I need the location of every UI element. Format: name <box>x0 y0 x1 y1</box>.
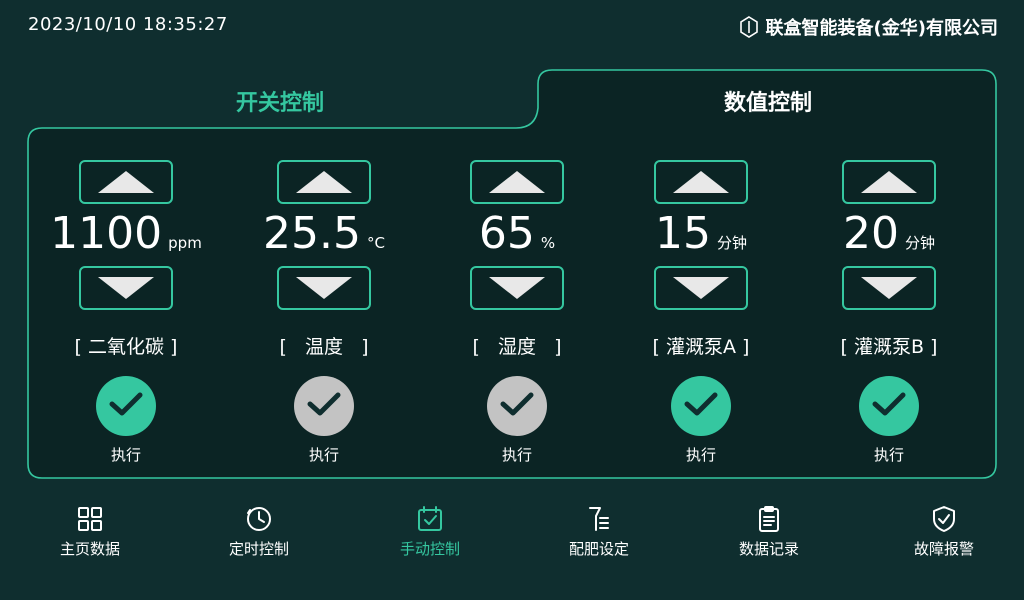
increase-button[interactable] <box>277 160 371 204</box>
nav-label: 数据记录 <box>738 540 799 558</box>
tab-numeric-control[interactable]: 数值控制 <box>540 80 996 122</box>
value-number: 1100 <box>50 208 163 259</box>
arrow-down-icon <box>489 277 545 299</box>
execute-label: 执行 <box>501 446 532 464</box>
decrease-button[interactable] <box>842 266 936 310</box>
value-display: 65% <box>427 208 607 266</box>
increase-button[interactable] <box>470 160 564 204</box>
value-display: 1100 ppm <box>36 208 216 266</box>
increase-button[interactable] <box>79 160 173 204</box>
arrow-down-icon <box>861 277 917 299</box>
control-label: [ 二氧化碳 ] <box>74 336 178 358</box>
value-display: 25.5 °C <box>234 208 414 266</box>
nav-label: 配肥设定 <box>568 540 629 558</box>
value-number: 25.5 <box>263 208 361 259</box>
nav-label: 故障报警 <box>913 540 974 558</box>
value-display: 15 分钟 <box>611 208 791 266</box>
bottom-nav: 主页数据 定时控制 手动控制 配肥设定 数据记录 故障报警 <box>0 500 1024 570</box>
execute-button[interactable] <box>671 376 731 436</box>
tab-switch-control[interactable]: 开关控制 <box>30 80 530 122</box>
nav-item[interactable]: 数据记录 <box>709 500 829 566</box>
decrease-button[interactable] <box>79 266 173 310</box>
decrease-button[interactable] <box>654 266 748 310</box>
arrow-up-icon <box>861 171 917 193</box>
value-unit: °C <box>366 234 385 252</box>
arrow-up-icon <box>296 171 352 193</box>
calendar-check-icon <box>418 506 442 531</box>
increase-button[interactable] <box>654 160 748 204</box>
clock-icon <box>247 507 271 531</box>
control-label: [ 灌溉泵B ] <box>840 336 938 358</box>
value-number: 15 <box>654 208 711 259</box>
execute-button[interactable] <box>487 376 547 436</box>
check-icon <box>500 391 534 421</box>
arrow-down-icon <box>673 277 729 299</box>
clipboard-icon <box>759 506 779 532</box>
execute-button[interactable] <box>294 376 354 436</box>
value-unit: ppm <box>168 234 202 252</box>
grid-icon <box>78 507 102 531</box>
execute-label: 执行 <box>873 446 904 464</box>
nav-item[interactable]: 手动控制 <box>370 500 490 566</box>
arrow-up-icon <box>98 171 154 193</box>
check-icon <box>872 391 906 421</box>
fertilizer-icon <box>589 507 609 531</box>
control-label: [ 灌溉泵A ] <box>652 336 750 358</box>
decrease-button[interactable] <box>277 266 371 310</box>
nav-item[interactable]: 故障报警 <box>884 500 1004 566</box>
arrow-up-icon <box>489 171 545 193</box>
value-display: 20 分钟 <box>799 208 979 266</box>
control-label: [ 温度 ] <box>279 336 369 358</box>
check-icon <box>307 391 341 421</box>
increase-button[interactable] <box>842 160 936 204</box>
value-control: 65% [ 湿度 ] 执行 <box>427 160 607 470</box>
value-unit: 分钟 <box>904 234 935 252</box>
datetime: 2023/10/10 18:35:27 <box>28 14 228 35</box>
value-number: 65 <box>478 208 535 259</box>
nav-label: 主页数据 <box>59 540 120 558</box>
hexagon-logo-icon <box>739 16 758 38</box>
decrease-button[interactable] <box>470 266 564 310</box>
nav-item[interactable]: 配肥设定 <box>539 500 659 566</box>
control-label: [ 湿度 ] <box>472 336 562 358</box>
arrow-down-icon <box>98 277 154 299</box>
nav-label: 手动控制 <box>399 540 460 558</box>
value-unit: % <box>540 234 556 252</box>
execute-button[interactable] <box>96 376 156 436</box>
nav-item[interactable]: 定时控制 <box>199 500 319 566</box>
execute-label: 执行 <box>110 446 141 464</box>
shield-check-icon <box>933 506 955 532</box>
value-control: 15 分钟 [ 灌溉泵A ] 执行 <box>611 160 791 470</box>
check-icon <box>684 391 718 421</box>
execute-label: 执行 <box>685 446 716 464</box>
nav-item[interactable]: 主页数据 <box>30 500 150 566</box>
top-bar: 2023/10/10 18:35:27 联盒智能装备(金华)有限公司 <box>0 0 1024 56</box>
execute-button[interactable] <box>859 376 919 436</box>
value-control: 1100 ppm [ 二氧化碳 ] 执行 <box>36 160 216 470</box>
company-name: 联盒智能装备(金华)有限公司 <box>765 18 998 39</box>
check-icon <box>109 391 143 421</box>
company-brand: 联盒智能装备(金华)有限公司 <box>739 14 998 40</box>
value-unit: 分钟 <box>716 234 747 252</box>
arrow-down-icon <box>296 277 352 299</box>
value-number: 20 <box>842 208 899 259</box>
arrow-up-icon <box>673 171 729 193</box>
value-control: 25.5 °C [ 温度 ] 执行 <box>234 160 414 470</box>
nav-label: 定时控制 <box>228 540 289 558</box>
value-control: 20 分钟 [ 灌溉泵B ] 执行 <box>799 160 979 470</box>
execute-label: 执行 <box>308 446 339 464</box>
